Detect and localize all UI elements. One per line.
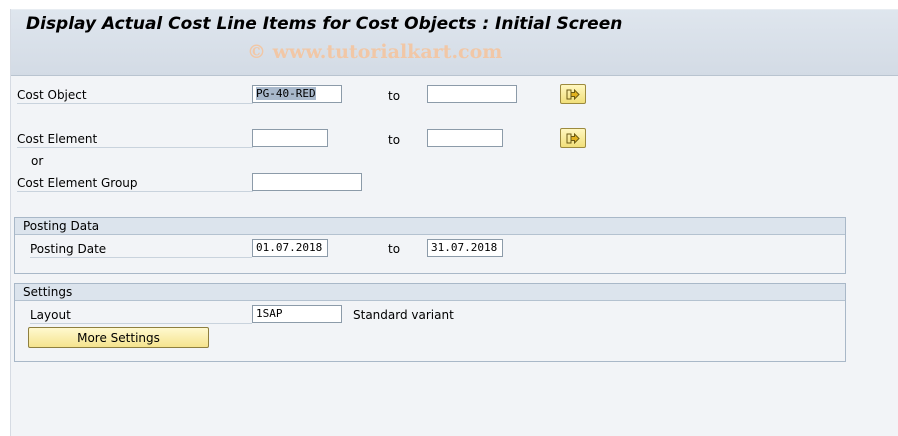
cost-object-multiple-selection-button[interactable] [560, 84, 586, 104]
cost-element-from-input[interactable] [252, 129, 328, 147]
cost-element-multiple-selection-button[interactable] [560, 128, 586, 148]
page-title: Display Actual Cost Line Items for Cost … [26, 14, 623, 34]
settings-group: Settings Layout 1SAP Standard variant Mo… [14, 283, 846, 362]
posting-data-title: Posting Data [23, 219, 100, 233]
posting-data-group-header: Posting Data [15, 218, 845, 235]
cost-element-group-label-underline [17, 191, 253, 192]
cost-object-label-underline [17, 103, 253, 104]
cost-element-to-input[interactable] [427, 129, 503, 147]
posting-data-group: Posting Data Posting Date 01.07.2018 to … [14, 217, 846, 274]
cost-element-label-underline [17, 147, 253, 148]
sap-screen: Display Actual Cost Line Items for Cost … [10, 9, 898, 436]
settings-group-header: Settings [15, 284, 845, 301]
multiple-selection-arrow-icon [566, 88, 580, 100]
layout-label-underline [30, 323, 252, 324]
posting-date-label: Posting Date [30, 242, 107, 256]
posting-date-to-input[interactable]: 31.07.2018 [427, 239, 503, 257]
watermark: © www.tutorialkart.com [247, 41, 503, 63]
layout-input[interactable]: 1SAP [252, 305, 342, 323]
layout-label: Layout [30, 308, 71, 322]
multiple-selection-arrow-icon [566, 132, 580, 144]
cost-element-group-input[interactable] [252, 173, 362, 191]
cost-object-to-label: to [388, 89, 401, 103]
posting-date-to-label: to [388, 242, 401, 256]
cost-element-group-label: Cost Element Group [17, 176, 138, 190]
cost-object-to-input[interactable] [427, 85, 517, 103]
or-label: or [31, 154, 44, 168]
more-settings-button[interactable]: More Settings [28, 327, 209, 348]
title-bar-highlight [11, 9, 898, 10]
layout-description: Standard variant [353, 308, 454, 322]
cost-element-label: Cost Element [17, 132, 98, 146]
settings-title: Settings [23, 285, 73, 299]
posting-date-label-underline [30, 257, 252, 258]
posting-date-from-input[interactable]: 01.07.2018 [252, 239, 328, 257]
cost-object-from-value: PG-40-RED [256, 87, 316, 100]
cost-element-to-label: to [388, 133, 401, 147]
title-bar: Display Actual Cost Line Items for Cost … [11, 9, 898, 76]
cost-object-label: Cost Object [17, 88, 87, 102]
cost-object-from-input[interactable]: PG-40-RED [252, 85, 342, 103]
